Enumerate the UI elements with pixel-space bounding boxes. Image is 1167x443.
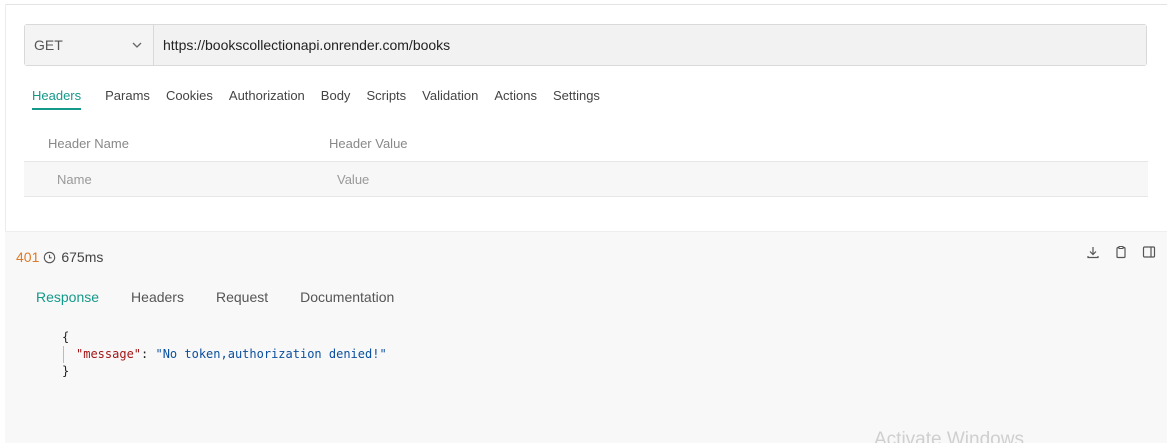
tab-settings[interactable]: Settings: [553, 88, 600, 110]
json-open-brace: {: [62, 330, 70, 344]
status-badge: 401: [16, 249, 40, 265]
headers-table-head: Header Name Header Value: [24, 126, 1148, 162]
tab-cookies[interactable]: Cookies: [166, 88, 213, 110]
response-body: { "message": "No token,authorization den…: [61, 329, 387, 380]
header-name-input[interactable]: Name: [24, 172, 337, 187]
col-header-name: Header Name: [48, 136, 129, 151]
tab-validation[interactable]: Validation: [422, 88, 478, 110]
tab-response-headers[interactable]: Headers: [131, 289, 184, 309]
split-view-icon[interactable]: [1141, 244, 1157, 260]
col-header-value: Header Value: [329, 136, 408, 151]
chevron-down-icon: [131, 39, 143, 51]
request-url-bar: GET https://bookscollectionapi.onrender.…: [24, 24, 1147, 66]
os-watermark: Activate Windows: [874, 429, 1024, 443]
response-status: 401 675ms: [16, 249, 103, 265]
tab-params[interactable]: Params: [105, 88, 150, 110]
response-panel: 401 675ms Response Headers Request Docum…: [5, 231, 1167, 443]
top-divider: [6, 4, 1167, 5]
tab-scripts[interactable]: Scripts: [366, 88, 406, 110]
json-line: "message": "No token,authorization denie…: [63, 346, 387, 363]
tab-headers[interactable]: Headers: [32, 88, 82, 110]
method-select[interactable]: GET: [25, 25, 154, 65]
download-icon[interactable]: [1085, 244, 1101, 260]
json-close-brace: }: [62, 364, 70, 378]
clock-icon: [43, 250, 57, 264]
clipboard-icon[interactable]: [1113, 244, 1129, 260]
headers-table: Header Name Header Value Name Value: [24, 126, 1148, 197]
tab-request[interactable]: Request: [216, 289, 268, 309]
url-input[interactable]: https://bookscollectionapi.onrender.com/…: [154, 25, 1146, 65]
tab-authorization[interactable]: Authorization: [229, 88, 305, 110]
url-text: https://bookscollectionapi.onrender.com/…: [163, 37, 451, 53]
response-toolbar: [1085, 244, 1157, 260]
tab-response[interactable]: Response: [36, 289, 99, 309]
response-tabs: Response Headers Request Documentation: [36, 289, 426, 309]
method-label: GET: [34, 37, 63, 53]
tab-actions[interactable]: Actions: [494, 88, 537, 110]
tab-body[interactable]: Body: [321, 88, 351, 110]
request-tabs: Headers Params Cookies Authorization Bod…: [32, 88, 616, 110]
header-value-input[interactable]: Value: [337, 172, 369, 187]
response-time: 675ms: [61, 249, 104, 265]
json-value: "No token,authorization denied!": [155, 347, 387, 361]
json-separator: :: [141, 347, 156, 361]
json-key: "message": [76, 347, 142, 361]
tab-documentation[interactable]: Documentation: [300, 289, 394, 309]
table-row: Name Value: [24, 162, 1148, 197]
